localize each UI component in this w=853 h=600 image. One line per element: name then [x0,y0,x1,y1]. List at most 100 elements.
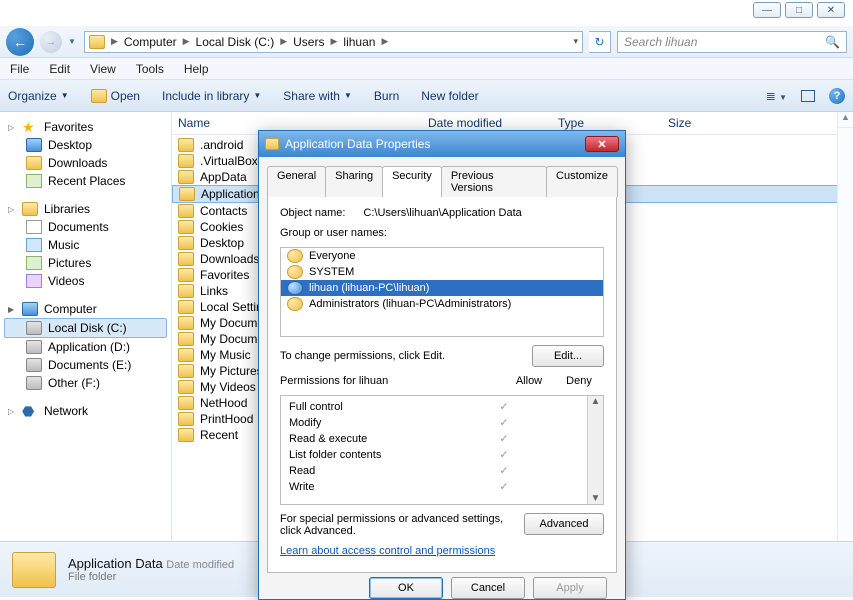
group-user-list[interactable]: EveryoneSYSTEMlihuan (lihuan-PC\lihuan)A… [280,247,604,337]
sidebar-item-label: Application (D:) [48,340,130,354]
back-button[interactable]: ← [6,28,34,56]
folder-icon [265,138,279,150]
permission-row: Modify✓ [289,416,579,429]
view-options-button[interactable]: ≣ ▼ [766,89,787,103]
breadcrumb-segment[interactable]: lihuan [339,35,379,49]
group-icon [287,297,303,311]
tab-previous-versions[interactable]: Previous Versions [441,166,547,197]
pic-icon [26,174,42,188]
preview-pane-toggle[interactable] [801,90,815,102]
tab-customize[interactable]: Customize [546,166,618,197]
column-name[interactable]: Name [178,116,428,130]
sidebar-item-drive[interactable]: Local Disk (C:) [4,318,167,338]
help-button[interactable]: ? [829,88,845,104]
star-icon: ★ [22,120,38,134]
permissions-list: Full control✓Modify✓Read & execute✓List … [280,395,604,505]
sidebar-item-label: Pictures [48,256,91,270]
edit-button[interactable]: Edit... [532,345,604,367]
close-button[interactable]: ✕ [817,2,845,18]
tab-general[interactable]: General [267,166,326,197]
tab-security[interactable]: Security [382,166,442,197]
status-item-type: File folder [68,571,234,583]
share-with-button[interactable]: Share with▼ [283,89,352,103]
history-dropdown[interactable]: ▼ [68,37,78,46]
tab-sharing[interactable]: Sharing [325,166,383,197]
open-button[interactable]: Open [91,89,140,103]
file-name: Cookies [200,220,243,234]
scroll-up-icon[interactable]: ▲ [838,112,853,128]
pic-icon [26,256,42,270]
sidebar-item-favorite[interactable]: Downloads [4,154,167,172]
libraries-header[interactable]: ▷Libraries [4,200,167,218]
sidebar-item-favorite[interactable]: Desktop [4,136,167,154]
permission-row: Full control✓ [289,400,579,413]
forward-button[interactable]: → [40,31,62,53]
sidebar-item-drive[interactable]: Application (D:) [4,338,167,356]
network-header[interactable]: ▷⬣Network [4,402,167,420]
computer-header[interactable]: ▶Computer [4,300,167,318]
mus-icon [26,238,42,252]
new-folder-button[interactable]: New folder [421,89,478,103]
sidebar-item-drive[interactable]: Documents (E:) [4,356,167,374]
sidebar-item-library[interactable]: Music [4,236,167,254]
folder-icon [178,380,194,394]
chevron-right-icon: ▶ [330,36,337,47]
refresh-button[interactable]: ↻ [589,31,611,53]
column-size[interactable]: Size [668,116,847,130]
file-name: NetHood [200,396,247,410]
menu-help[interactable]: Help [184,62,209,76]
permission-name: List folder contents [289,449,479,461]
folder-icon [178,220,194,234]
folder-icon [178,300,194,314]
menu-tools[interactable]: Tools [136,62,164,76]
user-icon [287,281,303,295]
column-date[interactable]: Date modified [428,116,558,130]
learn-link[interactable]: Learn about access control and permissio… [280,545,604,557]
allow-column-header: Allow [504,375,554,387]
sidebar-item-label: Other (F:) [48,376,100,390]
folder-icon [26,156,42,170]
apply-button[interactable]: Apply [533,577,607,599]
folder-icon [89,35,105,49]
sidebar-item-library[interactable]: Pictures [4,254,167,272]
favorites-header[interactable]: ▷★Favorites [4,118,167,136]
sidebar-item-favorite[interactable]: Recent Places [4,172,167,190]
menu-bar: File Edit View Tools Help [0,58,853,80]
folder-open-icon [91,89,107,103]
permission-name: Read [289,465,479,477]
group-user-row[interactable]: lihuan (lihuan-PC\lihuan) [281,280,603,296]
breadcrumb-segment[interactable]: Local Disk (C:) [192,35,279,49]
maximize-button[interactable]: □ [785,2,813,18]
breadcrumb-segment[interactable]: Users [289,35,328,49]
group-user-row[interactable]: Everyone [281,248,603,264]
column-type[interactable]: Type [558,116,668,130]
object-name-value: C:\Users\lihuan\Application Data [363,207,521,219]
vertical-scrollbar[interactable]: ▲ [837,112,853,541]
cancel-button[interactable]: Cancel [451,577,525,599]
menu-file[interactable]: File [10,62,29,76]
group-user-row[interactable]: SYSTEM [281,264,603,280]
burn-button[interactable]: Burn [374,89,399,103]
sidebar-item-library[interactable]: Documents [4,218,167,236]
edit-hint: To change permissions, click Edit. [280,350,445,362]
chevron-down-icon[interactable]: ▾ [573,36,578,47]
sidebar-item-library[interactable]: Videos [4,272,167,290]
ok-button[interactable]: OK [369,577,443,599]
folder-icon [178,268,194,282]
dialog-titlebar[interactable]: Application Data Properties ✕ [259,131,625,157]
minimize-button[interactable]: — [753,2,781,18]
group-user-row[interactable]: Administrators (lihuan-PC\Administrators… [281,296,603,312]
search-input[interactable]: Search lihuan 🔍 [617,31,847,53]
permissions-scrollbar[interactable]: ▲▼ [587,396,603,504]
address-bar[interactable]: ▶ Computer ▶ Local Disk (C:) ▶ Users ▶ l… [84,31,583,53]
menu-view[interactable]: View [90,62,116,76]
organize-button[interactable]: Organize▼ [8,89,69,103]
dialog-tabs: General Sharing Security Previous Versio… [267,165,617,197]
advanced-button[interactable]: Advanced [524,513,604,535]
sidebar-item-drive[interactable]: Other (F:) [4,374,167,392]
dialog-close-button[interactable]: ✕ [585,136,619,152]
include-library-button[interactable]: Include in library▼ [162,89,261,103]
menu-edit[interactable]: Edit [49,62,70,76]
chevron-right-icon: ▶ [280,36,287,47]
breadcrumb-segment[interactable]: Computer [120,35,181,49]
